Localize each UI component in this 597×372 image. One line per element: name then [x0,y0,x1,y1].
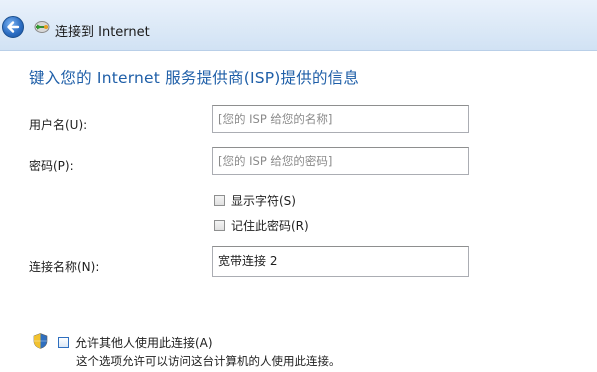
connection-name-value: 宽带连接 2 [218,254,278,268]
remember-password-option[interactable]: 记住此密码(R) [214,217,309,234]
allow-others-description: 这个选项允许可以访问这台计算机的人使用此连接。 [76,354,341,368]
username-input[interactable]: [您的 ISP 给您的名称] [212,105,469,133]
uac-shield-icon [33,333,48,349]
show-characters-checkbox[interactable] [214,195,225,206]
show-characters-label: 显示字符(S) [231,194,296,208]
back-button[interactable] [2,16,24,38]
back-arrow-icon [7,21,20,33]
password-label: 密码(P): [29,159,74,173]
network-connection-icon [34,21,50,33]
remember-password-checkbox[interactable] [214,220,225,231]
password-placeholder: [您的 ISP 给您的密码] [218,154,333,168]
allow-others-checkbox[interactable] [58,337,69,348]
allow-others-label: 允许其他人使用此连接(A) [75,336,213,350]
allow-others-option[interactable]: 允许其他人使用此连接(A) [58,334,213,351]
show-characters-option[interactable]: 显示字符(S) [214,192,296,209]
password-input[interactable]: [您的 ISP 给您的密码] [212,147,469,175]
username-label: 用户名(U): [29,118,88,132]
remember-password-label: 记住此密码(R) [231,219,309,233]
title-bar: 连接到 Internet [0,0,597,51]
username-placeholder: [您的 ISP 给您的名称] [218,112,333,126]
page-heading: 键入您的 Internet 服务提供商(ISP)提供的信息 [29,69,360,87]
connection-name-input[interactable]: 宽带连接 2 [212,246,469,277]
window-title: 连接到 Internet [55,25,150,40]
connection-name-label: 连接名称(N): [29,260,100,274]
